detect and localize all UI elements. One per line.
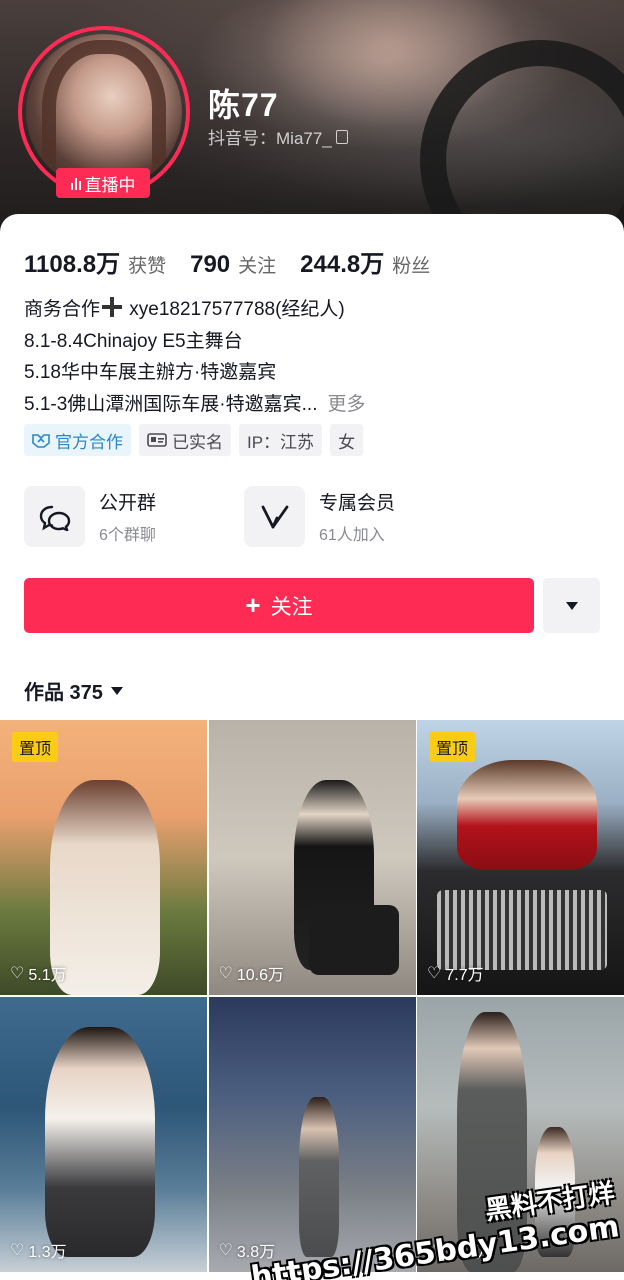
- groups-row: 公开群 6个群聊 专属会员 61人加入: [24, 486, 434, 547]
- like-count: ♡ 1.3万: [10, 1242, 67, 1261]
- tag-official-partner[interactable]: 官方合作: [24, 424, 131, 456]
- tag-ip: IP：江苏: [239, 424, 323, 456]
- stats-row: 1108.8万 获赞 790 关注 244.8万 粉丝: [24, 244, 430, 279]
- follow-button[interactable]: + 关注: [24, 578, 534, 633]
- stat-followers[interactable]: 244.8万 粉丝: [300, 244, 430, 279]
- bio-more-link[interactable]: 更多: [327, 394, 365, 415]
- stat-label: 关注: [238, 256, 277, 277]
- stat-label: 获赞: [128, 256, 167, 277]
- bio-line: 5.1-3佛山潭洲国际车展·特邀嘉宾... 更多: [24, 393, 366, 415]
- video-thumbnail[interactable]: ♡ 1.3万: [0, 997, 207, 1272]
- group-sub: 6个群聊: [99, 527, 156, 544]
- caret-down-icon: [110, 686, 123, 695]
- stat-value: 790: [190, 251, 231, 278]
- stat-likes: 1108.8万 获赞: [24, 244, 166, 279]
- nickname: 陈77: [208, 87, 279, 123]
- caret-down-icon: [565, 601, 578, 610]
- tag-gender: 女: [330, 424, 364, 456]
- more-options-button[interactable]: [543, 578, 600, 633]
- member-entry[interactable]: 专属会员 61人加入: [244, 486, 434, 547]
- id-card-icon: [147, 433, 167, 447]
- works-tab-label: 作品 375: [24, 682, 103, 704]
- heart-icon: ♡: [218, 1242, 233, 1259]
- live-badge-label: 直播中: [84, 175, 136, 195]
- member-title: 专属会员: [319, 493, 396, 514]
- tag-verified[interactable]: 已实名: [139, 424, 231, 456]
- member-sub: 61人加入: [319, 527, 385, 544]
- heart-icon: ♡: [10, 1242, 25, 1259]
- douyin-id[interactable]: 抖音号：Mia77_: [208, 124, 348, 149]
- stat-value: 244.8万: [300, 251, 385, 278]
- public-group-entry[interactable]: 公开群 6个群聊: [24, 486, 214, 547]
- live-badge[interactable]: 直播中: [56, 168, 150, 198]
- bio: 商务合作 xye18217577788(经纪人) 8.1-8.4Chinajoy…: [24, 294, 366, 420]
- pinned-badge: 置顶: [12, 732, 59, 762]
- profile-card: 1108.8万 获赞 790 关注 244.8万 粉丝 商务合作 xye1821…: [0, 214, 624, 1280]
- douyin-id-text: 抖音号：Mia77_: [208, 129, 332, 148]
- copy-icon[interactable]: [335, 129, 348, 144]
- bio-line: 商务合作 xye18217577788(经纪人): [24, 297, 345, 320]
- handshake-icon: [32, 434, 50, 448]
- heart-icon: ♡: [10, 965, 25, 982]
- like-count: ♡ 7.7万: [427, 965, 484, 984]
- stat-value: 1108.8万: [24, 251, 121, 278]
- v-member-icon: [261, 505, 288, 528]
- heart-icon: ♡: [427, 965, 442, 982]
- video-thumbnail[interactable]: 置顶 ♡ 5.1万: [0, 720, 207, 995]
- like-count: ♡ 10.6万: [218, 965, 285, 984]
- tab-works[interactable]: 作品 375: [24, 676, 123, 705]
- video-thumbnail[interactable]: 置顶 ♡ 7.7万: [417, 720, 624, 995]
- bio-line: 5.18华中车展主辦方·特邀嘉宾: [24, 362, 277, 383]
- video-thumbnail[interactable]: ♡ 10.6万: [208, 720, 416, 995]
- follow-label: 关注: [270, 595, 313, 619]
- pinned-badge: 置顶: [429, 732, 476, 762]
- heart-icon: ♡: [218, 965, 233, 982]
- plus-icon: [102, 297, 123, 317]
- chat-bubble-icon: [39, 505, 70, 531]
- group-title: 公开群: [99, 493, 157, 514]
- plus-icon: +: [245, 590, 261, 620]
- like-count: ♡ 5.1万: [10, 965, 67, 984]
- stat-following[interactable]: 790 关注: [190, 251, 276, 279]
- stat-label: 粉丝: [392, 256, 431, 277]
- profile-tags: 官方合作 已实名 IP：江苏 女: [24, 424, 364, 456]
- avatar-image: [26, 34, 182, 190]
- live-bars-icon: [70, 176, 81, 190]
- bio-line: 8.1-8.4Chinajoy E5主舞台: [24, 330, 243, 352]
